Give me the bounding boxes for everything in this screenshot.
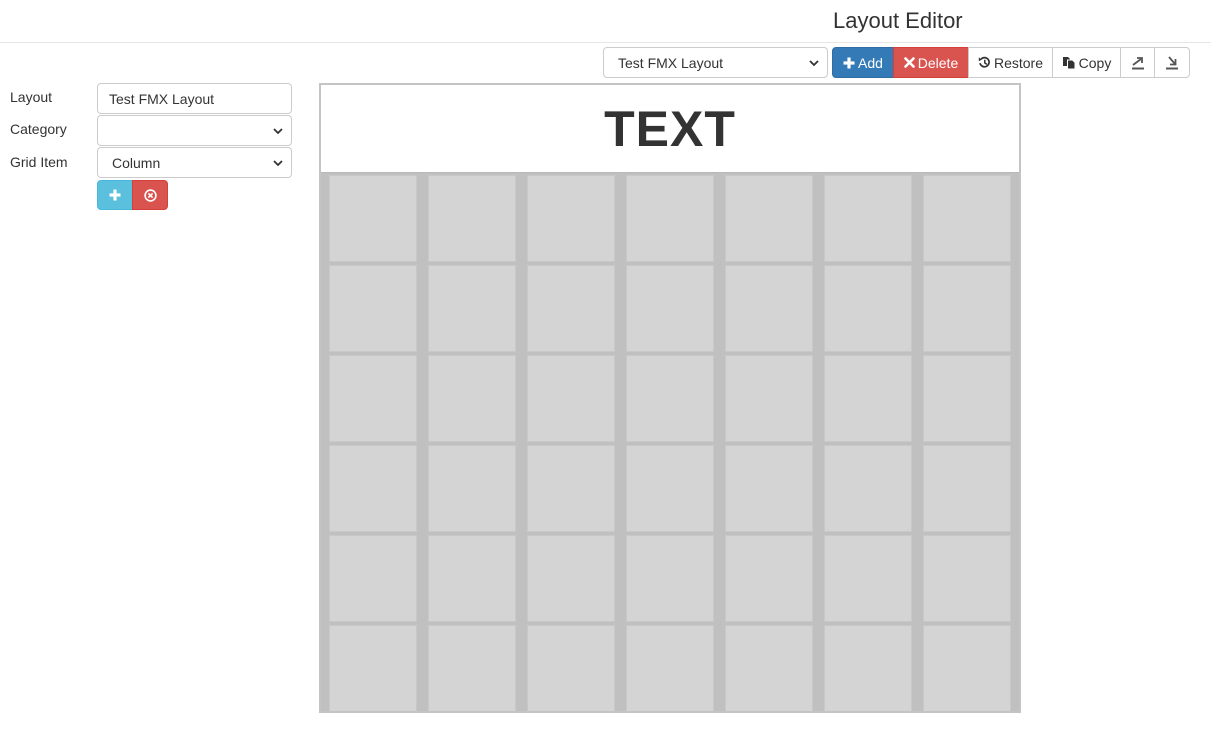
grid-cell[interactable] xyxy=(428,175,516,262)
column-grid xyxy=(321,172,1019,711)
export-icon xyxy=(1131,56,1144,69)
text-block[interactable]: TEXT xyxy=(321,85,1019,172)
grid-cell[interactable] xyxy=(626,355,714,442)
grid-cell[interactable] xyxy=(923,265,1011,352)
grid-cell[interactable] xyxy=(527,445,615,532)
copy-button-label: Copy xyxy=(1078,54,1112,71)
grid-cell[interactable] xyxy=(527,355,615,442)
grid-cell[interactable] xyxy=(428,355,516,442)
grid-cell[interactable] xyxy=(527,175,615,262)
category-select[interactable] xyxy=(97,115,292,146)
grid-cell[interactable] xyxy=(923,175,1011,262)
grid-cell[interactable] xyxy=(824,535,912,622)
grid-cell[interactable] xyxy=(923,445,1011,532)
restore-button[interactable]: Restore xyxy=(968,47,1053,78)
grid-cell[interactable] xyxy=(626,535,714,622)
grid-cell[interactable] xyxy=(725,265,813,352)
grid-cell[interactable] xyxy=(329,265,417,352)
grid-cell[interactable] xyxy=(725,445,813,532)
grid-item-actions xyxy=(97,180,168,210)
grid-cell[interactable] xyxy=(329,445,417,532)
history-icon xyxy=(978,56,990,68)
grid-cell[interactable] xyxy=(725,355,813,442)
import-button[interactable] xyxy=(1154,47,1190,78)
grid-cell[interactable] xyxy=(824,355,912,442)
layout-editor-page: Layout Editor Test FMX Layout Add Delete xyxy=(0,0,1211,736)
grid-cell[interactable] xyxy=(626,265,714,352)
layout-label: Layout xyxy=(10,89,53,105)
grid-cell[interactable] xyxy=(428,625,516,711)
layout-select-wrapper: Test FMX Layout xyxy=(603,47,828,78)
remove-circle-icon xyxy=(143,188,157,202)
grid-cell[interactable] xyxy=(626,175,714,262)
delete-button-label: Delete xyxy=(917,54,959,71)
grid-cell[interactable] xyxy=(626,445,714,532)
grid-cell[interactable] xyxy=(824,625,912,711)
plus-icon xyxy=(109,189,121,201)
restore-button-label: Restore xyxy=(993,54,1044,71)
grid-cell[interactable] xyxy=(824,265,912,352)
layout-canvas: TEXT xyxy=(319,83,1021,713)
grid-cell[interactable] xyxy=(329,625,417,711)
grid-cell[interactable] xyxy=(428,535,516,622)
layout-name-input[interactable] xyxy=(97,83,292,114)
grid-cell[interactable] xyxy=(626,625,714,711)
copy-button[interactable]: Copy xyxy=(1052,47,1121,78)
grid-cell[interactable] xyxy=(725,625,813,711)
grid-cell[interactable] xyxy=(428,265,516,352)
grid-cell[interactable] xyxy=(329,355,417,442)
grid-cell[interactable] xyxy=(923,535,1011,622)
category-label: Category xyxy=(10,121,67,137)
grid-item-select[interactable]: Column xyxy=(97,147,292,178)
toolbar: Test FMX Layout Add Delete Restore Copy xyxy=(603,47,1190,78)
grid-cell[interactable] xyxy=(923,355,1011,442)
grid-item-field-wrapper: Column xyxy=(97,147,292,178)
grid-cell[interactable] xyxy=(428,445,516,532)
grid-cell[interactable] xyxy=(824,175,912,262)
grid-cell[interactable] xyxy=(824,445,912,532)
page-title: Layout Editor xyxy=(833,8,963,33)
grid-cell[interactable] xyxy=(923,625,1011,711)
layout-select[interactable]: Test FMX Layout xyxy=(603,47,828,78)
grid-cell[interactable] xyxy=(527,265,615,352)
plus-icon xyxy=(843,57,855,68)
layout-field-wrapper xyxy=(97,83,292,114)
grid-cell[interactable] xyxy=(329,175,417,262)
grid-cell[interactable] xyxy=(527,535,615,622)
grid-cell[interactable] xyxy=(329,535,417,622)
grid-cell[interactable] xyxy=(527,625,615,711)
delete-button[interactable]: Delete xyxy=(893,47,969,78)
category-field-wrapper xyxy=(97,115,292,146)
export-button[interactable] xyxy=(1120,47,1155,78)
header-divider xyxy=(0,42,1211,43)
grid-cell[interactable] xyxy=(725,175,813,262)
remove-grid-item-button[interactable] xyxy=(132,180,168,210)
grid-item-label: Grid Item xyxy=(10,154,68,170)
add-button[interactable]: Add xyxy=(832,47,894,78)
layout-actions: Add Delete Restore Copy xyxy=(832,47,1190,78)
add-button-label: Add xyxy=(858,54,883,71)
import-icon xyxy=(1166,55,1178,69)
add-grid-item-button[interactable] xyxy=(97,180,133,210)
grid-cell[interactable] xyxy=(725,535,813,622)
close-icon xyxy=(903,57,915,68)
copy-icon xyxy=(1062,56,1076,69)
